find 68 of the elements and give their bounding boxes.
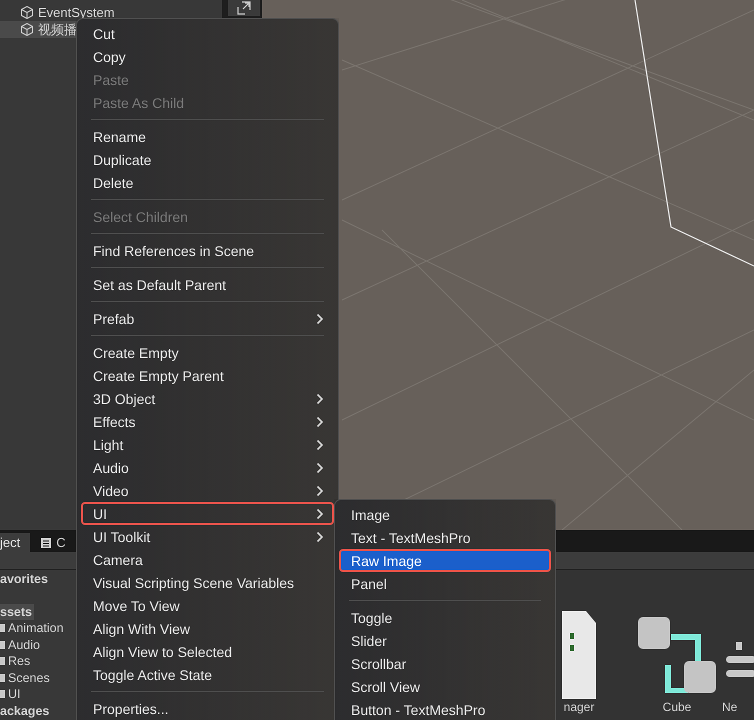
menu-item[interactable]: Create Empty Parent: [81, 364, 334, 387]
menu-item[interactable]: Audio: [81, 456, 334, 479]
hierarchy-item[interactable]: EventSystem: [0, 4, 117, 21]
folder-item[interactable]: Audio: [0, 636, 42, 653]
chevron-icon: [316, 484, 324, 496]
menu-item[interactable]: UI: [81, 502, 334, 525]
menu-item[interactable]: Image: [339, 503, 551, 526]
menu-item[interactable]: Camera: [81, 548, 334, 571]
menu-item[interactable]: Visual Scripting Scene Variables: [81, 571, 334, 594]
chevron-icon: [316, 312, 324, 324]
menu-item[interactable]: UI Toolkit: [81, 525, 334, 548]
menu-item[interactable]: 3D Object: [81, 387, 334, 410]
panel-tab[interactable]: C: [30, 533, 76, 552]
menu-item[interactable]: Cut: [81, 22, 334, 45]
folder-icon: [0, 672, 5, 683]
folder-item[interactable]: Res: [0, 653, 32, 670]
menu-item[interactable]: Scrollbar: [339, 652, 551, 675]
menu-item[interactable]: Find References in Scene: [81, 239, 334, 262]
menu-item[interactable]: Raw Image: [339, 549, 551, 572]
asset-label: Ne: [722, 700, 738, 714]
menu-item[interactable]: Video: [81, 479, 334, 502]
folder-icon: [0, 689, 5, 700]
chevron-icon: [316, 508, 324, 520]
menu-item[interactable]: Duplicate: [81, 148, 334, 171]
menu-item[interactable]: Panel: [339, 572, 551, 595]
menu-item[interactable]: Light: [81, 433, 334, 456]
cube-icon: [20, 5, 34, 20]
asset-label: nager: [564, 700, 594, 714]
chevron-icon: [316, 462, 324, 474]
maximize-button[interactable]: [228, 0, 260, 16]
chevron-icon: [316, 438, 324, 450]
tree-item[interactable]: avorites: [0, 571, 50, 588]
menu-item[interactable]: Copy: [81, 45, 334, 68]
maximize-icon: [237, 1, 251, 15]
folder-icon: [0, 623, 5, 634]
menu-item[interactable]: Rename: [81, 125, 334, 148]
tree-item[interactable]: ssets: [0, 604, 34, 620]
menu-item[interactable]: Toggle: [339, 606, 551, 629]
menu-item[interactable]: Text - TextMeshPro: [339, 526, 551, 549]
console-icon: [40, 536, 52, 548]
menu-item[interactable]: Toggle Active State: [81, 663, 334, 686]
menu-item[interactable]: Align With View: [81, 617, 334, 640]
document-icon[interactable]: [562, 611, 596, 699]
menu-item[interactable]: Slider: [339, 629, 551, 652]
linked-squares-icon[interactable]: [638, 617, 716, 693]
chevron-icon: [316, 416, 324, 428]
chevron-icon: [316, 530, 324, 542]
tree-item[interactable]: ackages: [0, 702, 52, 719]
menu-item[interactable]: Properties...: [81, 697, 334, 720]
hierarchy-item[interactable]: 视频播: [0, 21, 79, 38]
menu-item[interactable]: Move To View: [81, 594, 334, 617]
menu-item[interactable]: Set as Default Parent: [81, 273, 334, 296]
menu-item[interactable]: Create Empty: [81, 341, 334, 364]
folder-item[interactable]: Scenes: [0, 670, 52, 686]
folder-icon: [0, 640, 5, 650]
folder-item[interactable]: UI: [0, 686, 22, 702]
menu-item[interactable]: Prefab: [81, 307, 334, 330]
menu-item[interactable]: Delete: [81, 171, 334, 194]
menu-item[interactable]: Effects: [81, 410, 334, 433]
asset-label: Cube: [662, 700, 692, 714]
panel-tab[interactable]: ject: [0, 533, 30, 552]
cube-icon: [20, 22, 34, 37]
menu-item[interactable]: Align View to Selected: [81, 640, 334, 663]
menu-item[interactable]: Scroll View: [339, 675, 551, 698]
menu-item[interactable]: Button - TextMeshPro: [339, 698, 551, 720]
chevron-icon: [316, 392, 324, 404]
folder-item[interactable]: Animation: [0, 620, 66, 636]
folder-icon: [0, 656, 5, 666]
